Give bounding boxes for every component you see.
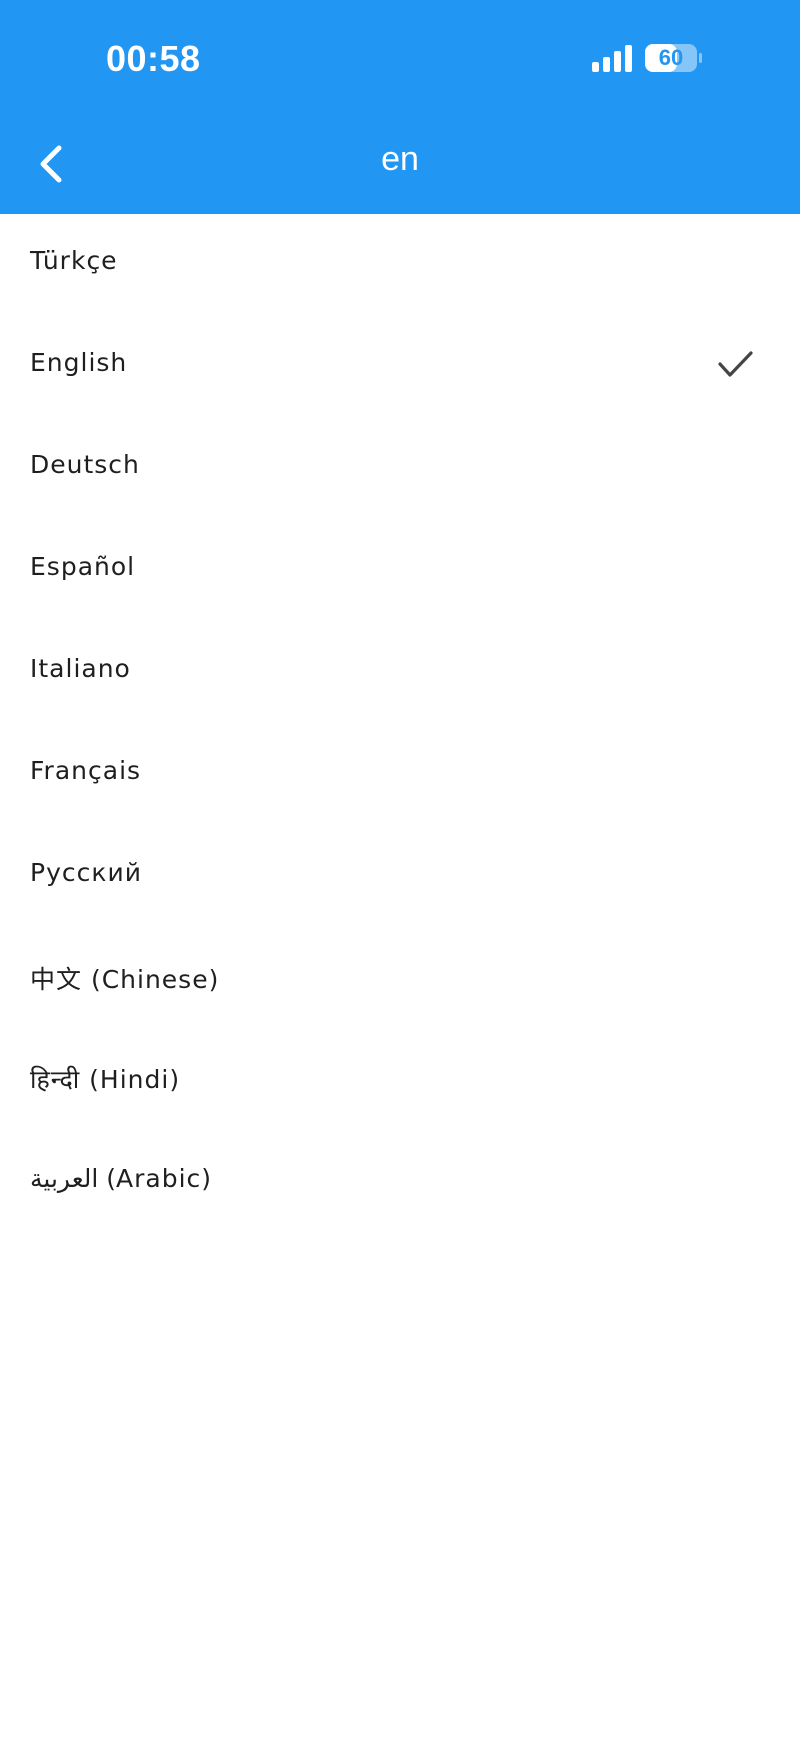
language-label: Español: [30, 552, 136, 581]
cellular-signal-icon: [592, 45, 632, 72]
language-label: Русский: [30, 858, 142, 887]
language-item-spanish[interactable]: Español: [0, 522, 800, 624]
language-label: Italiano: [30, 654, 131, 683]
language-item-russian[interactable]: Русский: [0, 828, 800, 930]
language-label: 中文 (Chinese): [30, 965, 220, 994]
checkmark-icon: [718, 351, 753, 377]
chevron-left-icon: [40, 145, 62, 183]
language-item-hindi[interactable]: हिन्दी (Hindi): [0, 1032, 800, 1134]
language-item-chinese[interactable]: 中文 (Chinese): [0, 930, 800, 1032]
page-title: en: [381, 140, 419, 178]
language-label: Deutsch: [30, 450, 140, 479]
language-label: Türkçe: [30, 246, 118, 275]
battery-level: 60: [658, 45, 684, 70]
language-item-turkish[interactable]: Türkçe: [0, 216, 800, 318]
language-label: Français: [30, 756, 142, 785]
language-item-italian[interactable]: Italiano: [0, 624, 800, 726]
battery-icon: 60: [645, 44, 703, 72]
language-screen: 00:58 60 en Türkçe English Deutsch Españ…: [0, 0, 800, 1738]
language-label: हिन्दी (Hindi): [30, 1065, 181, 1094]
status-time: 00:58: [106, 38, 201, 79]
language-item-arabic[interactable]: العربية (Arabic): [0, 1134, 800, 1236]
back-button[interactable]: [28, 136, 76, 192]
language-item-english[interactable]: English: [0, 318, 800, 420]
language-list: Türkçe English Deutsch Español Italiano …: [0, 216, 800, 1236]
language-item-french[interactable]: Français: [0, 726, 800, 828]
app-header: 00:58 60 en: [0, 0, 800, 214]
language-label: English: [30, 348, 128, 377]
language-item-german[interactable]: Deutsch: [0, 420, 800, 522]
language-label: العربية (Arabic): [30, 1164, 212, 1193]
